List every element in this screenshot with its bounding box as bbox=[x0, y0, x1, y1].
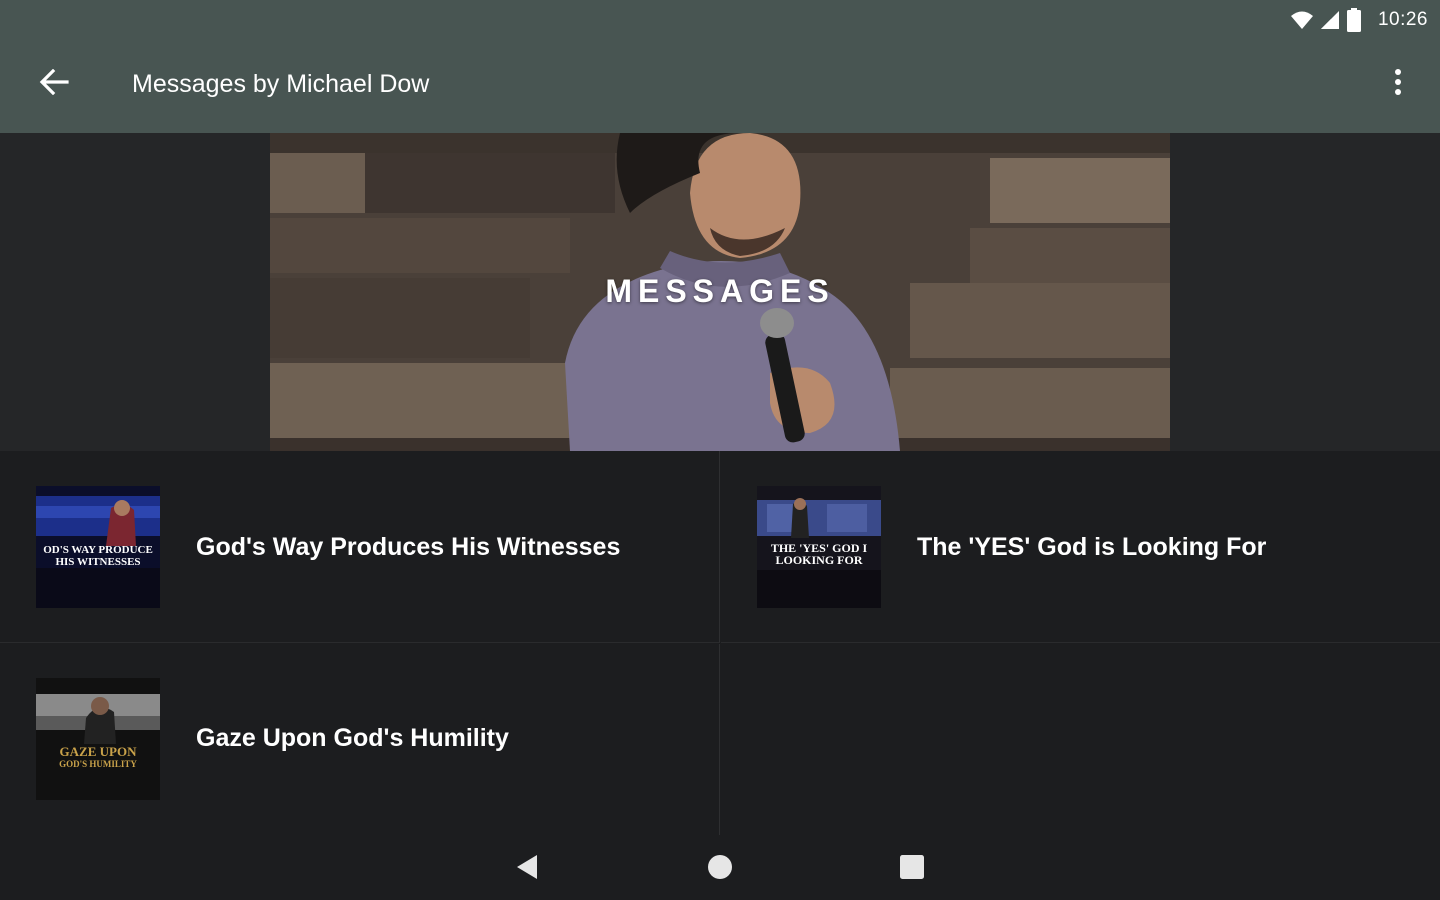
more-options-button[interactable] bbox=[1378, 56, 1418, 112]
more-vert-icon bbox=[1394, 68, 1402, 101]
nav-home-icon bbox=[707, 854, 733, 885]
thumb-line: HIS WITNESSES bbox=[55, 556, 141, 568]
top-bar: 10:26 Messages by Michael Dow bbox=[0, 0, 1440, 133]
wifi-icon bbox=[1290, 10, 1314, 30]
message-item[interactable]: GAZE UPON GOD'S HUMILITY Gaze Upon God's… bbox=[0, 644, 720, 835]
message-title: God's Way Produces His Witnesses bbox=[196, 533, 621, 561]
nav-back-button[interactable] bbox=[503, 847, 551, 891]
message-item[interactable]: OD'S WAY PRODUCE HIS WITNESSES God's Way… bbox=[0, 451, 720, 643]
nav-recents-button[interactable] bbox=[888, 847, 936, 891]
message-title: The 'YES' God is Looking For bbox=[917, 533, 1267, 561]
arrow-left-icon bbox=[39, 68, 69, 100]
navigation-bar bbox=[0, 835, 1440, 900]
hero-area: MESSAGES bbox=[0, 133, 1440, 451]
messages-grid: OD'S WAY PRODUCE HIS WITNESSES God's Way… bbox=[0, 451, 1440, 835]
empty-grid-cell bbox=[721, 644, 1440, 835]
message-item[interactable]: THE 'YES' GOD I LOOKING FOR The 'YES' Go… bbox=[721, 451, 1440, 643]
app-bar: Messages by Michael Dow bbox=[0, 40, 1440, 132]
message-thumbnail: GAZE UPON GOD'S HUMILITY bbox=[36, 678, 160, 800]
status-time: 10:26 bbox=[1377, 9, 1428, 30]
cell-signal-icon bbox=[1320, 10, 1340, 30]
battery-icon bbox=[1346, 8, 1362, 32]
nav-back-icon bbox=[515, 854, 539, 885]
message-thumbnail: OD'S WAY PRODUCE HIS WITNESSES bbox=[36, 486, 160, 608]
thumb-line: GAZE UPON bbox=[59, 744, 137, 759]
status-bar: 10:26 bbox=[1290, 6, 1428, 34]
hero-banner: MESSAGES bbox=[270, 133, 1170, 451]
back-button[interactable] bbox=[26, 56, 82, 112]
thumb-line: OD'S WAY PRODUCE bbox=[43, 544, 153, 556]
hero-title: MESSAGES bbox=[605, 273, 835, 309]
thumb-line: LOOKING FOR bbox=[775, 553, 863, 567]
page-title: Messages by Michael Dow bbox=[132, 70, 430, 98]
nav-recents-icon bbox=[899, 854, 925, 885]
nav-home-button[interactable] bbox=[696, 847, 744, 891]
message-thumbnail: THE 'YES' GOD I LOOKING FOR bbox=[757, 486, 881, 608]
thumb-line: GOD'S HUMILITY bbox=[59, 759, 137, 769]
message-title: Gaze Upon God's Humility bbox=[196, 724, 509, 752]
